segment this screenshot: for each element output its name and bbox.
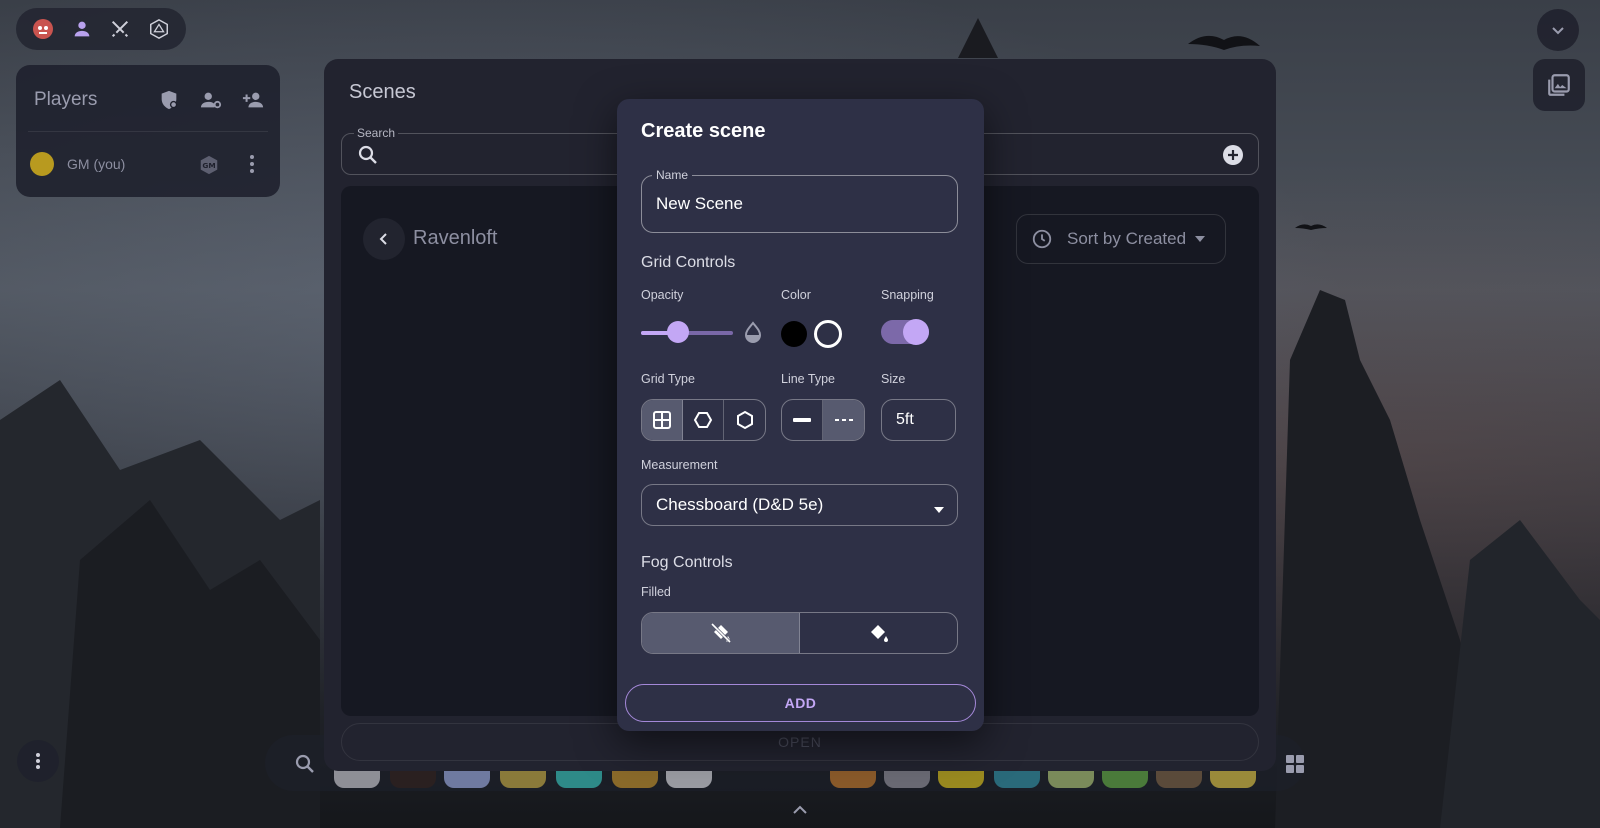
tray-thumbnail[interactable]	[612, 770, 658, 788]
chevron-left-icon	[377, 232, 391, 246]
tray-thumbnail[interactable]	[830, 770, 876, 788]
measurement-label: Measurement	[641, 458, 718, 472]
name-label: Name	[652, 168, 693, 182]
clock-icon	[1031, 228, 1053, 250]
tray-grid-icon[interactable]	[1284, 753, 1306, 775]
measurement-select[interactable]: Chessboard (D&D 5e)	[641, 484, 958, 526]
tray-thumbnail[interactable]	[500, 770, 546, 788]
gallery-button[interactable]	[1533, 59, 1585, 111]
opacity-slider-thumb[interactable]	[666, 321, 689, 343]
add-player-icon[interactable]	[240, 87, 266, 113]
tray-thumbnail[interactable]	[556, 770, 602, 788]
search-icon	[356, 143, 380, 167]
dashed-line-icon	[834, 416, 854, 424]
main-menu-button[interactable]	[17, 740, 59, 782]
folder-name: Ravenloft	[413, 227, 498, 249]
chevron-down-icon	[1550, 22, 1566, 38]
add-button[interactable]: ADD	[625, 684, 976, 722]
chevron-up-icon[interactable]	[790, 802, 810, 818]
toggle-thumb	[903, 319, 929, 345]
grid-type-hex-horizontal[interactable]	[683, 400, 724, 440]
tray-thumbnail[interactable]	[884, 770, 930, 788]
tray-thumbnail[interactable]	[444, 770, 490, 788]
line-type-dashed[interactable]	[823, 400, 864, 440]
solid-line-icon	[792, 416, 812, 424]
manage-players-icon[interactable]	[198, 87, 224, 113]
color-swatch-black[interactable]	[781, 321, 807, 347]
players-title: Players	[34, 89, 98, 110]
svg-text:GM: GM	[202, 161, 215, 170]
fog-filled-group	[641, 612, 958, 654]
grid-controls-title: Grid Controls	[641, 254, 736, 271]
grid-type-hex-vertical[interactable]	[724, 400, 765, 440]
hex-vertical-icon	[735, 410, 755, 430]
tray-thumbnail[interactable]	[1156, 770, 1202, 788]
fill-off-icon	[709, 622, 733, 644]
tray-thumbnail[interactable]	[1210, 770, 1256, 788]
players-actions	[156, 87, 266, 113]
opacity-label: Opacity	[641, 288, 684, 302]
opacity-drop-icon	[743, 321, 763, 343]
tray-search-icon[interactable]	[293, 752, 317, 776]
color-label: Color	[781, 288, 811, 302]
dropdown-arrow-icon	[933, 500, 945, 513]
back-button[interactable]	[363, 218, 405, 260]
grid-size-input[interactable]: 5ft	[881, 399, 956, 441]
search-label: Search	[354, 126, 399, 140]
players-panel: Players	[16, 65, 280, 197]
fill-bucket-icon	[867, 622, 891, 644]
square-grid-icon	[652, 410, 672, 430]
player-name: GM (you)	[67, 156, 126, 172]
gm-shield-icon[interactable]	[156, 87, 182, 113]
gm-badge-icon: GM	[198, 154, 220, 176]
player-more-icon[interactable]	[242, 152, 262, 176]
line-type-label: Line Type	[781, 372, 835, 386]
add-scene-icon[interactable]	[1222, 144, 1244, 166]
color-swatch-white[interactable]	[814, 320, 842, 348]
dropdown-arrow-icon	[1194, 234, 1206, 244]
dialog-title: Create scene	[641, 120, 766, 142]
line-type-group	[781, 399, 865, 441]
sort-button[interactable]: Sort by Created	[1016, 214, 1226, 264]
swords-icon[interactable]	[107, 16, 133, 42]
tray-thumbnail[interactable]	[1102, 770, 1148, 788]
app-logo-icon[interactable]	[30, 16, 56, 42]
tray-thumbnail[interactable]	[666, 770, 712, 788]
hex-horizontal-icon	[693, 410, 713, 430]
grid-type-label: Grid Type	[641, 372, 695, 386]
fog-controls-title: Fog Controls	[641, 554, 733, 571]
tray-thumbnail[interactable]	[334, 770, 380, 788]
players-divider	[28, 131, 268, 132]
fog-filled-off[interactable]	[642, 613, 800, 653]
tray-thumbnail[interactable]	[994, 770, 1040, 788]
grid-type-group	[641, 399, 766, 441]
scene-name-field[interactable]: Name	[641, 168, 958, 233]
image-gallery-icon	[1546, 72, 1572, 98]
size-label: Size	[881, 372, 906, 386]
collapse-button[interactable]	[1537, 9, 1579, 51]
player-avatar	[30, 152, 54, 176]
players-icon[interactable]	[69, 16, 95, 42]
fog-filled-on[interactable]	[800, 613, 957, 653]
scenes-title: Scenes	[349, 81, 416, 103]
grid-type-square[interactable]	[642, 400, 683, 440]
filled-label: Filled	[641, 585, 671, 599]
d20-dice-icon[interactable]	[146, 16, 172, 42]
scene-name-input[interactable]	[656, 194, 936, 214]
tool-bar	[16, 8, 186, 50]
more-vertical-icon	[34, 751, 42, 771]
tray-thumbnail[interactable]	[938, 770, 984, 788]
snapping-toggle[interactable]	[881, 317, 929, 347]
create-scene-dialog: Create scene Name Grid Controls Opacity …	[617, 99, 984, 731]
sort-label: Sort by Created	[1067, 229, 1187, 248]
measurement-value: Chessboard (D&D 5e)	[656, 495, 824, 514]
tray-thumbnail[interactable]	[1048, 770, 1094, 788]
snapping-label: Snapping	[881, 288, 934, 302]
line-type-solid[interactable]	[782, 400, 823, 440]
tray-thumbnail[interactable]	[390, 770, 436, 788]
